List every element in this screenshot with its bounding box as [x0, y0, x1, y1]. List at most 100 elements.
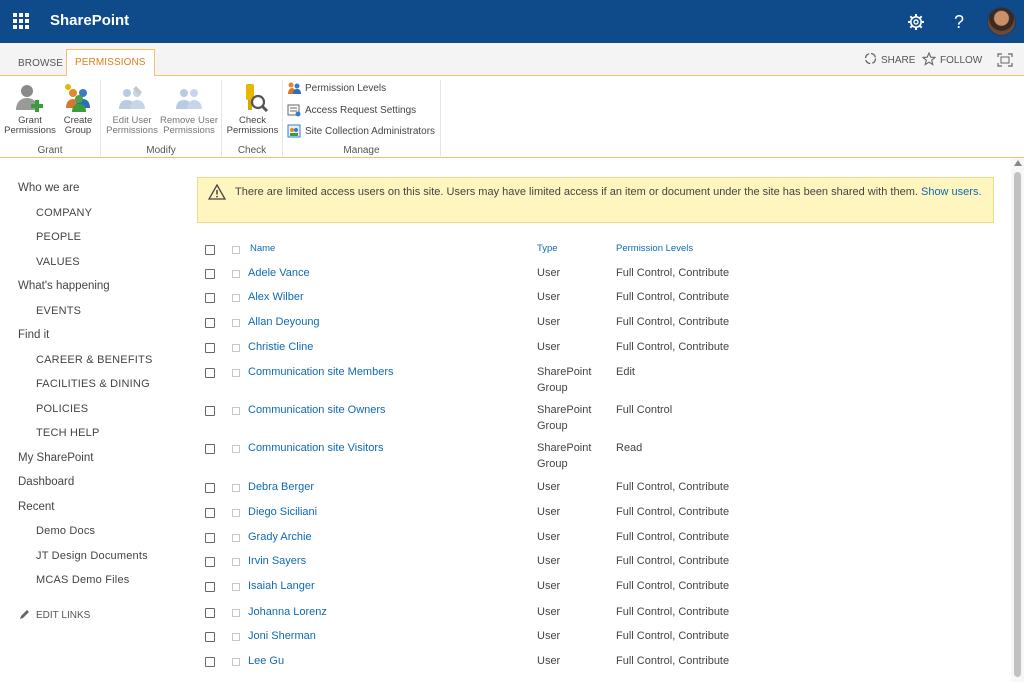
nav-mcas-demo-files[interactable]: MCAS Demo Files [36, 574, 129, 586]
app-launcher-icon[interactable] [13, 13, 29, 29]
help-icon[interactable]: ? [947, 10, 971, 34]
row-select-icon [232, 609, 240, 617]
row-select-icon [232, 407, 240, 415]
permission-levels-button[interactable]: Permission Levels [287, 81, 386, 95]
row-permission-levels: Full Control, Contribute [616, 267, 730, 279]
nav-events[interactable]: EVENTS [36, 305, 81, 317]
site-admins-icon [287, 124, 301, 138]
nav-dashboard[interactable]: Dashboard [18, 476, 74, 488]
nav-tech-help[interactable]: TECH HELP [36, 427, 100, 439]
row-checkbox[interactable] [205, 582, 215, 592]
check-permissions-label-2: Permissions [226, 125, 279, 136]
nav-career-benefits[interactable]: CAREER & BENEFITS [36, 354, 152, 366]
row-checkbox[interactable] [205, 444, 215, 454]
row-name-link[interactable]: Communication site Visitors [248, 442, 384, 454]
brand-title[interactable]: SharePoint [50, 12, 129, 29]
nav-my-sharepoint[interactable]: My SharePoint [18, 452, 93, 464]
nav-jt-design-documents[interactable]: JT Design Documents [36, 550, 148, 562]
create-group-button[interactable]: Create Group [59, 82, 97, 136]
nav-recent[interactable]: Recent [18, 501, 54, 513]
nav-find-it[interactable]: Find it [18, 329, 49, 341]
nav-who-we-are[interactable]: Who we are [18, 182, 79, 194]
row-name-link[interactable]: Debra Berger [248, 481, 314, 493]
row-checkbox[interactable] [205, 657, 215, 667]
check-permissions-icon [245, 84, 268, 113]
avatar[interactable] [987, 7, 1016, 36]
row-name-link[interactable]: Diego Siciliani [248, 506, 317, 518]
follow-label: FOLLOW [940, 55, 983, 66]
row-type: User [537, 630, 561, 642]
check-permissions-button[interactable]: Check Permissions [226, 82, 279, 136]
row-name-link[interactable]: Isaiah Langer [248, 580, 315, 592]
nav-values[interactable]: VALUES [36, 256, 80, 268]
grant-permissions-button[interactable]: Grant Permissions [4, 82, 56, 136]
row-checkbox[interactable] [205, 557, 215, 567]
edit-user-permissions-icon [119, 86, 145, 109]
row-permission-levels: Full Control, Contribute [616, 341, 730, 353]
row-name-link[interactable]: Joni Sherman [248, 630, 316, 642]
group-label-manage: Manage [343, 145, 380, 156]
remove-user-permissions-button[interactable]: Remove User Permissions [159, 82, 219, 136]
row-permission-levels: Full Control, Contribute [616, 580, 730, 592]
row-name-link[interactable]: Allan Deyoung [248, 316, 320, 328]
site-collection-admins-button[interactable]: Site Collection Administrators [287, 124, 435, 138]
row-checkbox[interactable] [205, 343, 215, 353]
row-type: User [537, 606, 561, 618]
row-checkbox[interactable] [205, 368, 215, 378]
row-name-link[interactable]: Johanna Lorenz [248, 606, 327, 618]
row-type: User [537, 316, 561, 328]
settings-icon[interactable] [904, 10, 928, 34]
row-checkbox[interactable] [205, 293, 215, 303]
row-name-link[interactable]: Christie Cline [248, 341, 313, 353]
access-request-settings-button[interactable]: Access Request Settings [287, 103, 416, 117]
nav-company[interactable]: COMPANY [36, 207, 92, 219]
column-header-permission-levels[interactable]: Permission Levels [616, 243, 693, 254]
follow-button[interactable]: FOLLOW [921, 51, 983, 69]
row-select-icon [232, 270, 240, 278]
show-users-link[interactable]: Show users. [921, 186, 982, 198]
nav-whats-happening[interactable]: What's happening [18, 280, 110, 292]
nav-facilities-dining[interactable]: FACILITIES & DINING [36, 378, 150, 390]
column-header-type[interactable]: Type [537, 243, 558, 254]
row-select-icon [232, 294, 240, 302]
row-name-link[interactable]: Alex Wilber [248, 291, 304, 303]
tab-permissions[interactable]: PERMISSIONS [66, 49, 155, 77]
row-checkbox[interactable] [205, 608, 215, 618]
page-scrollbar[interactable] [1011, 158, 1024, 682]
row-checkbox[interactable] [205, 269, 215, 279]
row-permission-levels: Read [616, 442, 643, 454]
row-name-link[interactable]: Lee Gu [248, 655, 284, 667]
row-checkbox[interactable] [205, 632, 215, 642]
create-group-icon [65, 84, 90, 112]
edit-user-permissions-button[interactable]: Edit User Permissions [105, 82, 159, 136]
row-select-icon [232, 484, 240, 492]
nav-policies[interactable]: POLICIES [36, 403, 88, 415]
select-all-checkbox[interactable] [205, 245, 215, 255]
share-button[interactable]: SHARE [864, 52, 915, 68]
row-select-icon [232, 344, 240, 352]
nav-people[interactable]: PEOPLE [36, 231, 81, 243]
tab-browse[interactable]: BROWSE [10, 52, 71, 76]
row-checkbox[interactable] [205, 406, 215, 416]
nav-demo-docs[interactable]: Demo Docs [36, 525, 95, 537]
row-checkbox[interactable] [205, 318, 215, 328]
row-type: User [537, 580, 561, 592]
scrollbar-thumb[interactable] [1014, 172, 1021, 677]
row-name-link[interactable]: Communication site Owners [248, 404, 386, 416]
row-checkbox[interactable] [205, 508, 215, 518]
row-name-link[interactable]: Grady Archie [248, 531, 312, 543]
remove-user-permissions-label-2: Permissions [163, 125, 215, 136]
row-name-link[interactable]: Adele Vance [248, 267, 310, 279]
column-header-name[interactable]: Name [250, 243, 275, 254]
row-checkbox[interactable] [205, 483, 215, 493]
ribbon-group-check: Check Permissions Check [222, 80, 283, 156]
row-type: SharePoint Group [537, 366, 592, 394]
create-group-label-2: Group [64, 125, 92, 136]
edit-links-button[interactable]: EDIT LINKS [18, 609, 90, 621]
row-name-link[interactable]: Communication site Members [248, 366, 394, 378]
focus-content-button[interactable] [997, 53, 1013, 70]
scroll-up-arrow-icon[interactable] [1014, 160, 1022, 166]
row-checkbox[interactable] [205, 533, 215, 543]
row-permission-levels: Full Control, Contribute [616, 291, 730, 303]
row-name-link[interactable]: Irvin Sayers [248, 555, 306, 567]
